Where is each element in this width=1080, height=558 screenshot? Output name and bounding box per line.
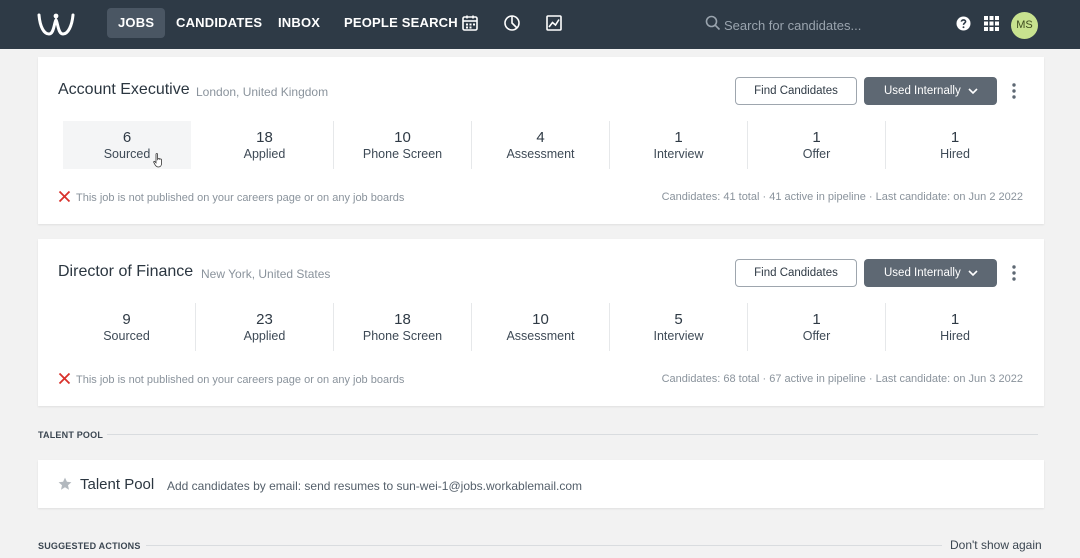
stage-count: 1 bbox=[812, 129, 821, 146]
star-icon[interactable] bbox=[58, 477, 72, 491]
stage-assessment[interactable]: 4 Assessment bbox=[472, 121, 610, 169]
candidate-summary: Candidates: 41 total · 41 active in pipe… bbox=[661, 191, 1023, 203]
stage-applied[interactable]: 18 Applied bbox=[196, 121, 334, 169]
stage-label: Interview bbox=[653, 329, 704, 343]
stage-label: Assessment bbox=[506, 147, 575, 161]
chevron-down-icon bbox=[968, 270, 978, 277]
stage-label: Applied bbox=[243, 147, 286, 161]
publish-status-text: This job is not published on your career… bbox=[76, 192, 405, 204]
stage-label: Interview bbox=[653, 147, 704, 161]
candidate-search-input[interactable] bbox=[724, 12, 974, 38]
section-divider bbox=[107, 434, 1038, 435]
job-location: London, United Kingdom bbox=[196, 85, 329, 99]
user-avatar[interactable]: MS bbox=[1011, 12, 1038, 39]
stage-interview[interactable]: 5 Interview bbox=[610, 303, 748, 351]
job-card-director-of-finance: Director of Finance New York, United Sta… bbox=[38, 239, 1044, 406]
stage-count: 18 bbox=[394, 311, 411, 328]
job-location: New York, United States bbox=[201, 267, 331, 281]
candidate-summary: Candidates: 68 total · 67 active in pipe… bbox=[661, 373, 1023, 385]
stage-offer[interactable]: 1 Offer bbox=[748, 303, 886, 351]
nav-jobs[interactable]: JOBS bbox=[107, 8, 166, 38]
used-internally-dropdown[interactable]: Used Internally bbox=[864, 259, 997, 287]
stage-sourced[interactable]: 6 Sourced bbox=[63, 121, 191, 169]
not-published-icon bbox=[58, 190, 71, 203]
publish-status: This job is not published on your career… bbox=[58, 190, 404, 204]
stage-count: 9 bbox=[122, 311, 131, 328]
stage-count: 4 bbox=[536, 129, 545, 146]
stage-phone-screen[interactable]: 10 Phone Screen bbox=[334, 121, 472, 169]
stage-label: Phone Screen bbox=[362, 147, 443, 161]
stage-label: Offer bbox=[802, 329, 831, 343]
stage-count: 10 bbox=[394, 129, 411, 146]
more-options-icon[interactable] bbox=[1008, 263, 1020, 283]
nav-people-search[interactable]: PEOPLE SEARCH bbox=[344, 8, 458, 38]
stage-count: 1 bbox=[812, 311, 821, 328]
job-title[interactable]: Director of Finance bbox=[58, 263, 193, 281]
more-options-icon[interactable] bbox=[1008, 81, 1020, 101]
stage-label: Offer bbox=[802, 147, 831, 161]
stage-count: 1 bbox=[674, 129, 683, 146]
talent-pool-description: Add candidates by email: send resumes to… bbox=[167, 479, 583, 493]
talent-pool-card: Talent Pool Add candidates by email: sen… bbox=[38, 460, 1044, 508]
stage-label: Applied bbox=[243, 329, 286, 343]
nav-inbox[interactable]: INBOX bbox=[278, 8, 320, 38]
used-internally-label: Used Internally bbox=[884, 85, 961, 97]
stage-label: Assessment bbox=[506, 329, 575, 343]
stage-offer[interactable]: 1 Offer bbox=[748, 121, 886, 169]
help-icon[interactable] bbox=[956, 16, 971, 31]
stage-label: Phone Screen bbox=[362, 329, 443, 343]
publish-status-text: This job is not published on your career… bbox=[76, 374, 405, 386]
workable-logo-icon[interactable] bbox=[36, 10, 76, 38]
calendar-icon[interactable] bbox=[461, 14, 479, 32]
used-internally-label: Used Internally bbox=[884, 267, 961, 279]
stage-label: Sourced bbox=[103, 147, 151, 161]
hand-cursor-icon bbox=[153, 153, 162, 168]
stage-count: 1 bbox=[950, 129, 960, 146]
stage-count: 6 bbox=[122, 129, 132, 146]
stage-hired[interactable]: 1 Hired bbox=[886, 303, 1024, 351]
stage-interview[interactable]: 1 Interview bbox=[610, 121, 748, 169]
stage-phone-screen[interactable]: 18 Phone Screen bbox=[334, 303, 472, 351]
stage-count: 23 bbox=[256, 311, 273, 328]
publish-status: This job is not published on your career… bbox=[58, 372, 404, 386]
used-internally-dropdown[interactable]: Used Internally bbox=[864, 77, 997, 105]
dont-show-again-link[interactable]: Don't show again bbox=[950, 538, 1042, 552]
stage-count: 10 bbox=[532, 311, 549, 328]
section-divider bbox=[146, 545, 942, 546]
nav-candidates[interactable]: CANDIDATES bbox=[176, 8, 262, 38]
suggested-actions-heading: SUGGESTED ACTIONS bbox=[38, 541, 141, 551]
job-card-account-executive: Account Executive London, United Kingdom… bbox=[38, 57, 1044, 224]
job-title[interactable]: Account Executive bbox=[58, 81, 190, 99]
find-candidates-button[interactable]: Find Candidates bbox=[735, 259, 857, 287]
not-published-icon bbox=[58, 372, 71, 385]
analytics-icon[interactable] bbox=[545, 14, 563, 32]
search-icon bbox=[705, 15, 721, 31]
stage-applied[interactable]: 23 Applied bbox=[196, 303, 334, 351]
stage-count: 1 bbox=[950, 311, 960, 328]
talent-pool-section-heading: TALENT POOL bbox=[38, 430, 104, 440]
stage-hired[interactable]: 1 Hired bbox=[886, 121, 1024, 169]
stage-label: Sourced bbox=[103, 329, 150, 343]
reports-icon[interactable] bbox=[503, 14, 521, 32]
find-candidates-button[interactable]: Find Candidates bbox=[735, 77, 857, 105]
stage-count: 5 bbox=[674, 311, 683, 328]
stage-count: 18 bbox=[256, 129, 273, 146]
stage-label: Hired bbox=[940, 329, 970, 343]
talent-pool-title[interactable]: Talent Pool bbox=[80, 476, 154, 493]
stage-label: Hired bbox=[940, 147, 970, 161]
chevron-down-icon bbox=[968, 88, 978, 95]
top-navigation-bar: JOBS CANDIDATES INBOX PEOPLE SEARCH MS bbox=[0, 0, 1080, 49]
stage-assessment[interactable]: 10 Assessment bbox=[472, 303, 610, 351]
stage-sourced[interactable]: 9 Sourced bbox=[58, 303, 196, 351]
apps-grid-icon[interactable] bbox=[984, 16, 999, 31]
